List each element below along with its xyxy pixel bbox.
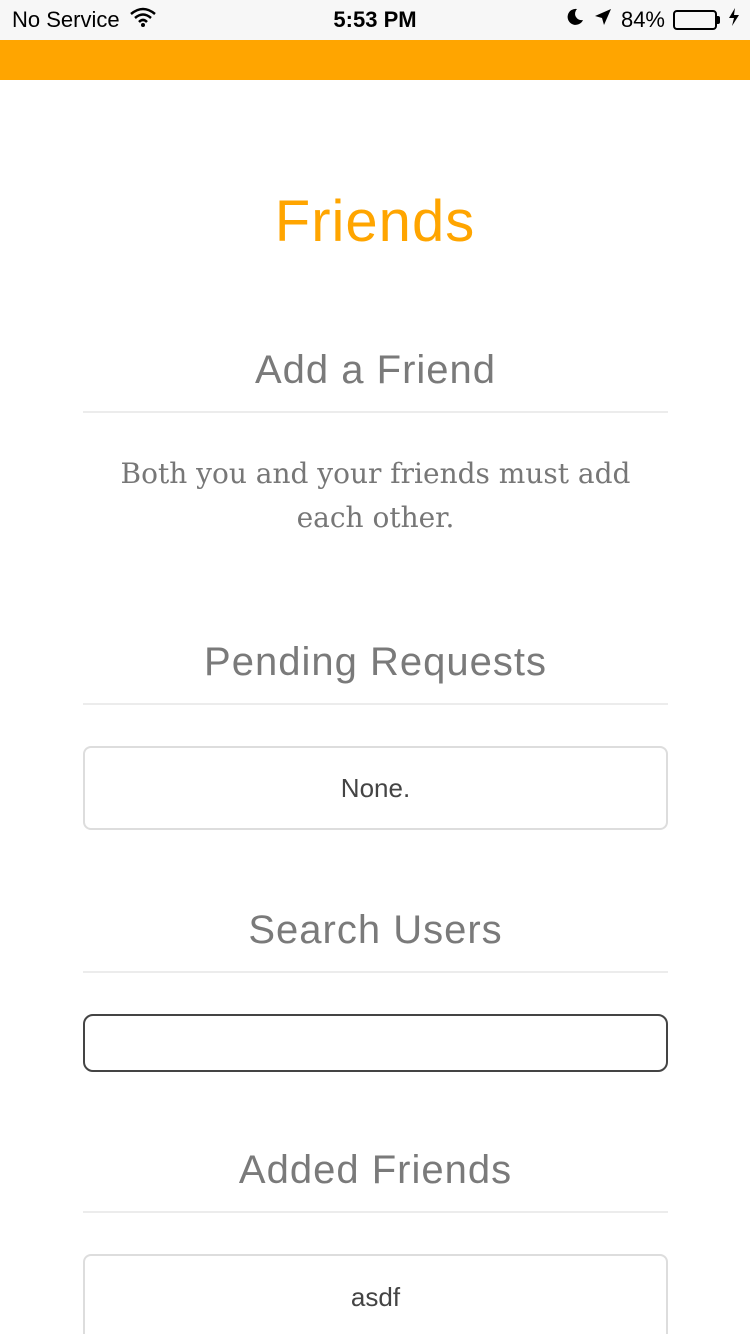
header-bar (0, 40, 750, 80)
friend-name: asdf (350, 1282, 401, 1312)
search-input[interactable] (83, 1014, 668, 1072)
status-left: No Service (12, 7, 156, 33)
status-bar: No Service 5:53 PM 84% (0, 0, 750, 40)
battery-icon (673, 10, 720, 30)
wifi-icon (129, 7, 156, 33)
added-friends-heading: Added Friends (238, 1148, 513, 1192)
add-friend-description: Both you and your friends must add each … (120, 457, 631, 534)
battery-percent: 84% (620, 7, 665, 32)
charging-bolt-icon (728, 7, 740, 33)
friend-list-item[interactable]: asdf (83, 1254, 668, 1334)
added-friends-divider (83, 1211, 668, 1213)
pending-requests-empty-text: None. (340, 772, 411, 803)
pending-requests-box: None. (83, 746, 668, 830)
pending-requests-divider (83, 703, 668, 705)
status-right: 84% (565, 7, 740, 33)
search-users-heading: Search Users (248, 908, 503, 952)
carrier-label: No Service (12, 7, 120, 32)
add-friend-divider (83, 411, 668, 413)
search-users-divider (83, 971, 668, 973)
page-title: Friends (274, 189, 476, 254)
add-friend-heading: Add a Friend (254, 348, 497, 392)
location-arrow-icon (593, 7, 613, 33)
moon-icon (565, 7, 585, 33)
pending-requests-heading: Pending Requests (204, 640, 547, 684)
